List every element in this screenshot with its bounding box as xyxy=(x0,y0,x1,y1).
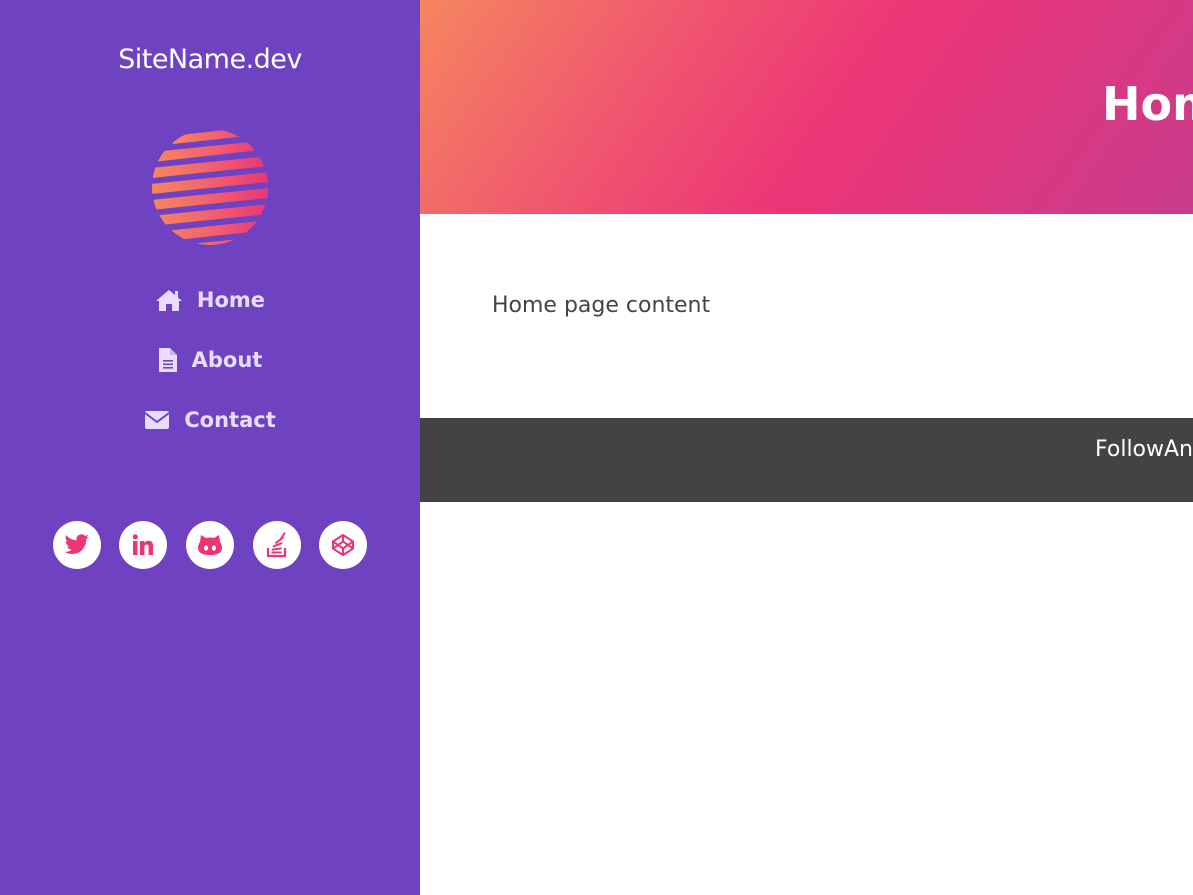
footer: FollowAn xyxy=(420,418,1193,502)
main-content-text: Home page content xyxy=(492,293,711,318)
nav-item-contact[interactable]: Contact xyxy=(0,400,420,440)
nav-item-label: Contact xyxy=(184,408,276,432)
twitter-icon xyxy=(64,534,89,554)
page-header: Hom xyxy=(420,0,1193,214)
stack-overflow-link[interactable] xyxy=(253,521,301,569)
sidebar: SiteName.dev Home About Contact xyxy=(0,0,420,895)
file-icon xyxy=(158,347,178,373)
codepen-link[interactable] xyxy=(319,521,367,569)
nav-item-label: About xyxy=(191,348,263,372)
nav-item-home[interactable]: Home xyxy=(0,280,420,320)
page-title: Hom xyxy=(1102,77,1193,131)
home-icon xyxy=(155,288,183,312)
github-link[interactable] xyxy=(186,521,234,569)
linkedin-link[interactable] xyxy=(119,521,167,569)
stack-overflow-icon xyxy=(266,532,287,558)
page: SiteName.dev Home About Contact Ho Home … xyxy=(0,0,1193,895)
nav-item-label: Home xyxy=(196,288,266,312)
twitter-link[interactable] xyxy=(53,521,101,569)
nav-item-about[interactable]: About xyxy=(0,340,420,380)
footer-text: FollowAn xyxy=(1095,437,1193,462)
envelope-icon xyxy=(144,410,170,430)
globe-logo-icon xyxy=(152,129,268,245)
linkedin-icon xyxy=(132,534,153,555)
site-name[interactable]: SiteName.dev xyxy=(0,42,420,78)
github-icon xyxy=(198,535,222,555)
codepen-icon xyxy=(332,534,354,556)
social-links xyxy=(0,521,420,569)
